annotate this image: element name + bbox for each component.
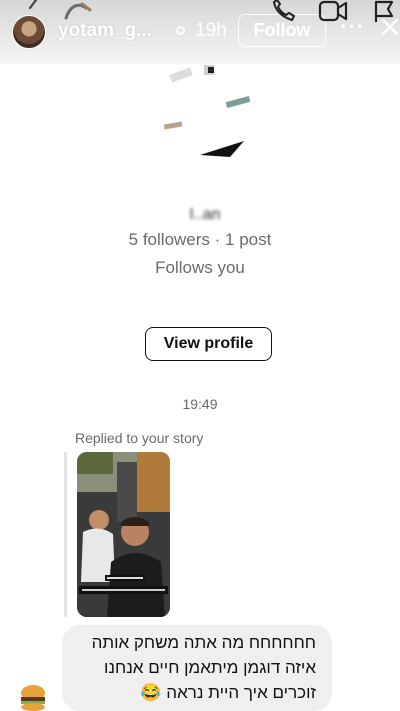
profile-picture-placeholder [163,65,251,157]
message-line-3: זוכרים איך היית נראה 😂 [140,683,316,702]
profile-name: I‌..an‌ [189,206,221,223]
online-dot-icon [176,26,185,35]
reply-indicator-bar [64,452,67,617]
back-icon[interactable] [26,0,40,10]
view-profile-button[interactable]: View profile [145,327,272,361]
message-bubble[interactable]: חחחחחח מה אתה משחק אותה איזה דוגמן מיתאמ… [62,625,332,711]
story-image [77,452,170,617]
phone-icon[interactable] [270,0,298,24]
message-line-1: חחחחחח מה אתה משחק אותה [91,633,316,652]
profile-stats: 5 followers · 1 post [128,230,272,249]
story-sticker-icon [64,2,92,20]
avatar[interactable] [12,15,46,49]
video-icon[interactable] [318,0,348,24]
story-thumbnail[interactable] [77,452,170,617]
username[interactable]: yotam_g... [58,20,152,42]
close-icon[interactable] [380,16,400,38]
sender-avatar[interactable] [18,684,48,711]
follows-you-label: Follows you [155,258,245,277]
replied-to-story-label: Replied to your story [75,430,204,446]
message-timestamp: 19:49 [182,396,218,412]
time-ago: 19h [195,20,227,41]
message-line-2: איזה דוגמן מיתאמן חיים אנחנו [103,658,316,677]
